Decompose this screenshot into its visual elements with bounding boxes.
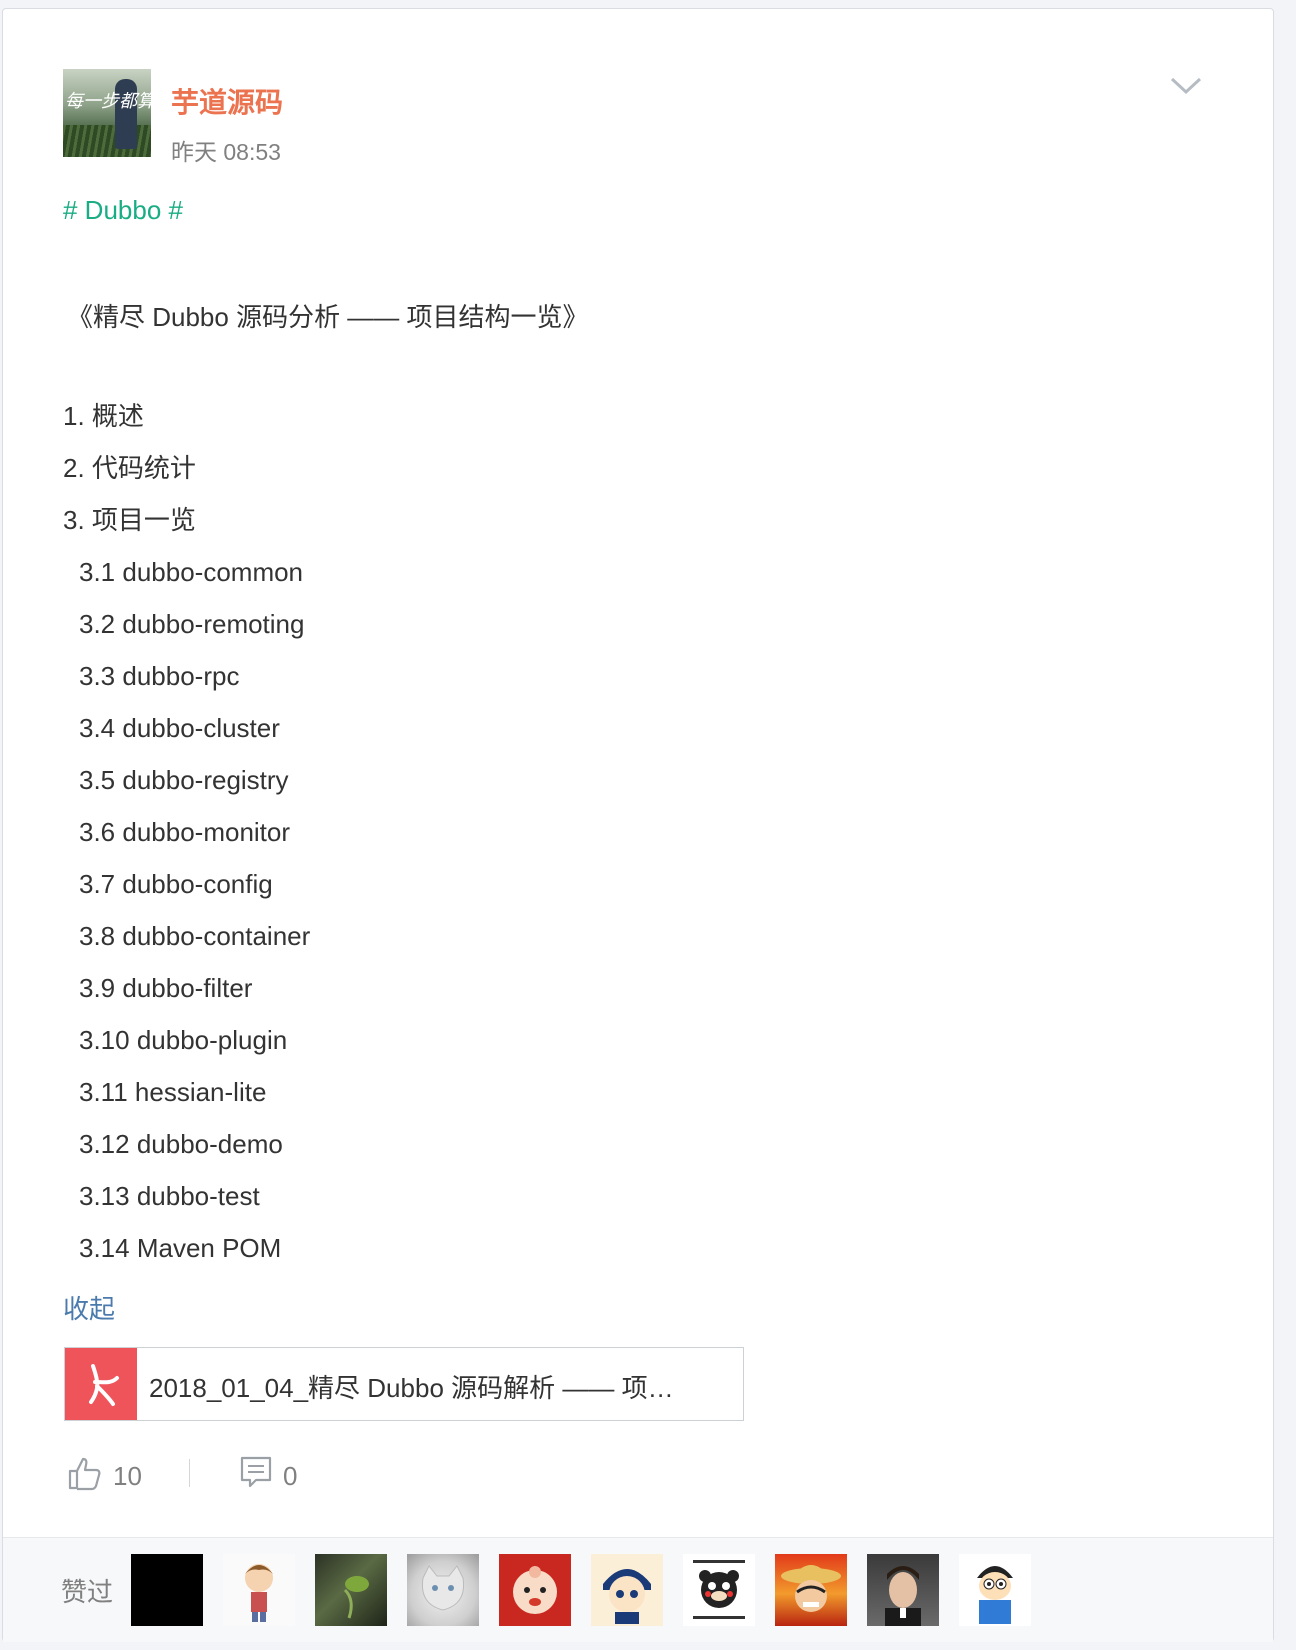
avatar-overlay-text: 每一步都算数: [65, 91, 151, 112]
topic-tag[interactable]: # Dubbo #: [63, 195, 183, 226]
chevron-down-icon[interactable]: [1169, 73, 1203, 97]
toc-item: 2. 代码统计: [63, 453, 196, 483]
toc-subitem: 3.14 Maven POM: [79, 1233, 282, 1263]
liker-avatar[interactable]: [867, 1554, 939, 1626]
post-title: 《精尽 Dubbo 源码分析 —— 项目结构一览》: [67, 302, 589, 332]
collapse-link[interactable]: 收起: [63, 1289, 115, 1326]
toc-subitem: 3.3 dubbo-rpc: [79, 661, 240, 691]
attachment-card[interactable]: 2018_01_04_精尽 Dubbo 源码解析 —— 项…: [64, 1347, 744, 1421]
comment-icon: [240, 1456, 272, 1488]
toc-subitem: 3.10 dubbo-plugin: [79, 1025, 288, 1055]
like-button[interactable]: 10: [67, 1453, 207, 1493]
comment-button[interactable]: 0: [239, 1453, 339, 1493]
action-divider: [189, 1459, 190, 1487]
avatar-grass: [63, 125, 151, 157]
post-time[interactable]: 昨天 08:53: [171, 133, 281, 167]
toc-subitem: 3.2 dubbo-remoting: [79, 609, 305, 639]
toc-subitem: 3.11 hessian-lite: [79, 1077, 267, 1107]
toc-subitem: 3.12 dubbo-demo: [79, 1129, 283, 1159]
author-name[interactable]: 芋道源码: [171, 81, 283, 121]
liker-avatar[interactable]: [591, 1554, 663, 1626]
liker-avatar[interactable]: [131, 1554, 203, 1626]
toc-item: 1. 概述: [63, 401, 144, 431]
attachment-name: 2018_01_04_精尽 Dubbo 源码解析 —— 项…: [149, 1373, 674, 1403]
weibo-post-card: 每一步都算数 芋道源码 昨天 08:53 # Dubbo # 《精尽 Dubbo…: [2, 8, 1274, 1642]
liker-avatar[interactable]: [315, 1554, 387, 1626]
liked-by-label: 赞过: [61, 1577, 114, 1607]
like-count: 10: [113, 1461, 142, 1491]
liker-avatar[interactable]: [499, 1554, 571, 1626]
liker-avatar[interactable]: [683, 1554, 755, 1626]
thumbs-up-icon: [68, 1457, 101, 1491]
toc-list: 1. 概述 2. 代码统计 3. 项目一览 3.1 dubbo-common 3…: [63, 401, 310, 1285]
toc-subitem: 3.4 dubbo-cluster: [79, 713, 280, 743]
liker-avatar[interactable]: [407, 1554, 479, 1626]
toc-subitem: 3.7 dubbo-config: [79, 869, 273, 899]
toc-subitem: 3.1 dubbo-common: [79, 557, 304, 587]
toc-subitem: 3.9 dubbo-filter: [79, 973, 253, 1003]
author-avatar[interactable]: 每一步都算数: [63, 69, 151, 157]
toc-subitem: 3.5 dubbo-registry: [79, 765, 289, 795]
toc-subitem: 3.13 dubbo-test: [79, 1181, 260, 1211]
liker-avatar[interactable]: [959, 1554, 1031, 1626]
toc-item: 3. 项目一览: [63, 505, 196, 535]
liker-avatar[interactable]: [775, 1554, 847, 1626]
liker-avatar[interactable]: [223, 1554, 295, 1626]
toc-subitem: 3.8 dubbo-container: [79, 921, 311, 951]
comment-count: 0: [283, 1461, 298, 1491]
liked-by-bar: 赞过: [3, 1537, 1273, 1642]
toc-subitem: 3.6 dubbo-monitor: [79, 817, 291, 847]
pdf-icon: [65, 1348, 137, 1420]
